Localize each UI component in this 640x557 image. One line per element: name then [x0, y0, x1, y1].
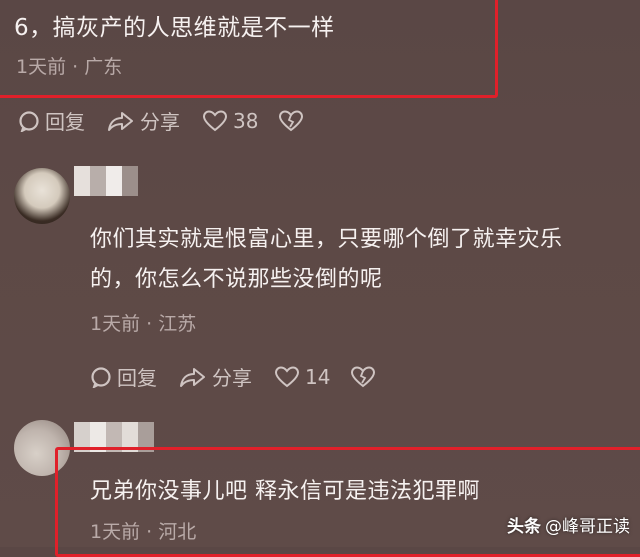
watermark: 头条 @峰哥正读 — [507, 512, 630, 537]
share-button[interactable]: 分享 — [179, 362, 252, 391]
comment-2-text: 你们其实就是恨富心里，只要哪个倒了就幸灾乐 的，你怎么不说那些没倒的呢 — [90, 220, 638, 300]
share-label: 分享 — [212, 366, 252, 390]
comment-3-text: 兄弟你没事儿吧 释永信可是违法犯罪啊 — [90, 479, 480, 504]
heart-icon — [274, 365, 300, 387]
reply-icon — [91, 366, 111, 388]
username-mosaic — [74, 166, 138, 196]
like-count: 38 — [233, 108, 259, 133]
dislike-button[interactable] — [278, 109, 304, 132]
reply-icon — [19, 110, 39, 132]
broken-heart-icon — [351, 365, 376, 387]
comment-2-actions: 回复 分享 14 — [90, 362, 376, 391]
comment-2-meta: 1天前 · 江苏 — [90, 313, 197, 335]
share-icon — [180, 367, 205, 387]
watermark-brand: 头条 — [507, 517, 541, 537]
reply-label: 回复 — [45, 110, 85, 134]
comment-1-text: 6，搞灰产的人思维就是不一样 — [14, 15, 335, 41]
reply-label: 回复 — [117, 366, 157, 390]
comment-1-actions: 回复 分享 38 — [18, 106, 304, 135]
share-icon — [108, 111, 133, 131]
avatar[interactable] — [14, 168, 70, 224]
dislike-button[interactable] — [350, 365, 376, 388]
like-button[interactable]: 14 — [274, 365, 330, 389]
like-count: 14 — [305, 364, 331, 389]
comment-3-meta: 1天前 · 河北 — [90, 521, 197, 543]
broken-heart-icon — [279, 109, 304, 131]
share-button[interactable]: 分享 — [107, 106, 180, 135]
like-button[interactable]: 38 — [202, 109, 258, 133]
comment-2-line-2: 的，你怎么不说那些没倒的呢 — [90, 267, 383, 292]
watermark-handle: @峰哥正读 — [545, 517, 630, 537]
reply-button[interactable]: 回复 — [90, 362, 157, 391]
reply-button[interactable]: 回复 — [18, 106, 85, 135]
comment-2-line-1: 你们其实就是恨富心里，只要哪个倒了就幸灾乐 — [90, 227, 563, 252]
heart-icon — [202, 109, 228, 131]
comment-1-meta: 1天前 · 广东 — [16, 56, 123, 78]
share-label: 分享 — [140, 110, 180, 134]
